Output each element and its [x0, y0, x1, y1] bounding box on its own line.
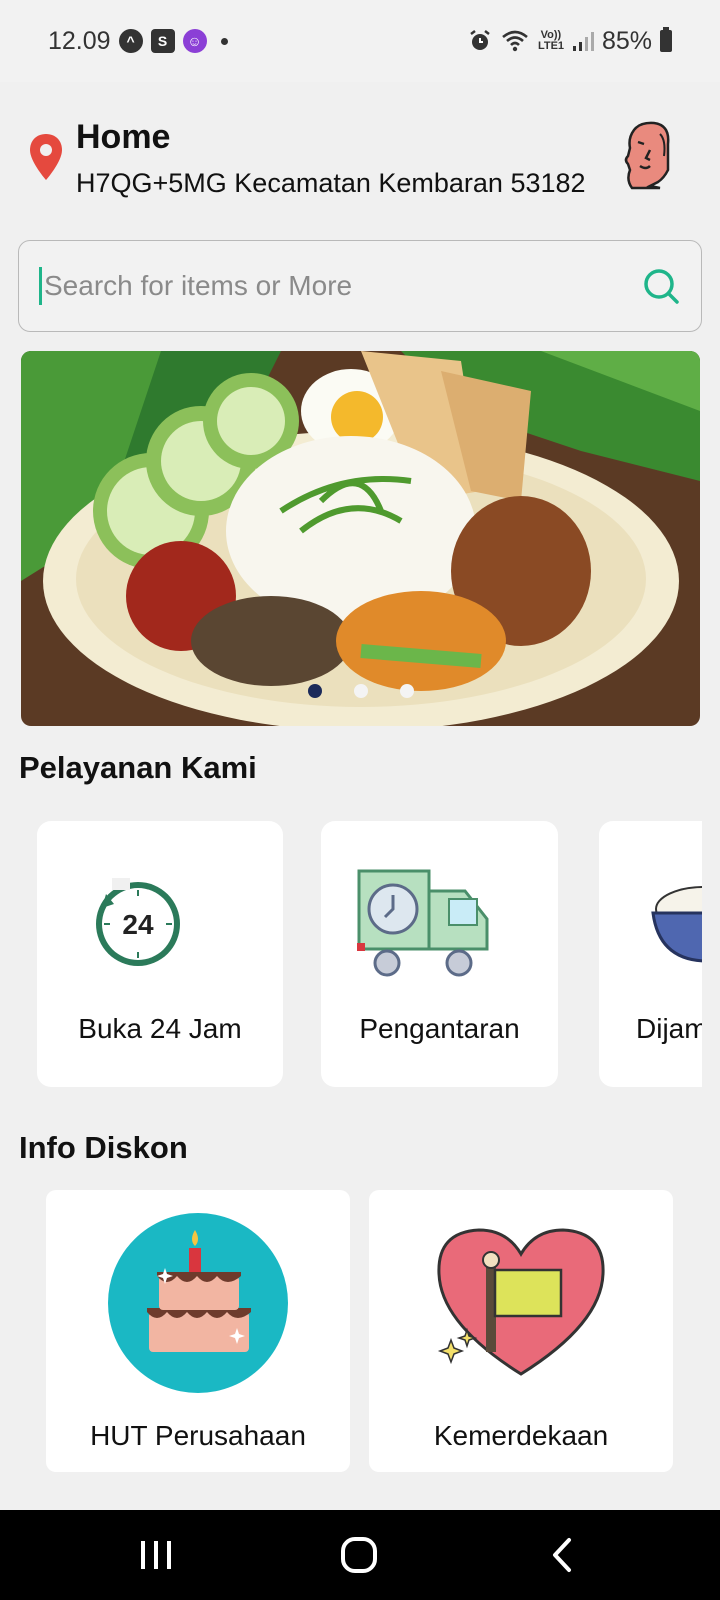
services-title: Pelayanan Kami — [19, 750, 257, 785]
profile-avatar-icon[interactable] — [620, 120, 680, 190]
search-input[interactable] — [39, 267, 639, 305]
banner-pagination — [21, 684, 700, 698]
signal-icon — [572, 32, 594, 51]
clock-24-icon: 24 — [96, 878, 180, 966]
status-time: 12.09 — [48, 26, 111, 55]
location-header[interactable]: Home H7QG+5MG Kecamatan Kembaran 53182 — [0, 92, 720, 222]
clock-24-text: 24 — [122, 909, 154, 940]
back-button[interactable] — [532, 1532, 592, 1578]
services-carousel[interactable]: 24 Buka 24 Jam Pengantaran Dijamin — [37, 821, 702, 1087]
discount-card-independence[interactable]: Kemerdekaan — [369, 1190, 673, 1472]
discount-card-anniversary[interactable]: HUT Perusahaan — [46, 1190, 350, 1472]
rice-bowl-icon — [651, 886, 702, 963]
discount-list: HUT Perusahaan Kemerdekaan — [46, 1190, 676, 1472]
location-address: H7QG+5MG Kecamatan Kembaran 53182 — [76, 168, 586, 198]
birthday-cake-icon — [108, 1213, 288, 1393]
location-pin-icon — [30, 134, 62, 180]
recent-apps-button[interactable] — [126, 1532, 186, 1578]
banner-dot[interactable] — [399, 684, 414, 698]
service-label: Buka 24 Jam — [78, 1013, 242, 1044]
location-title: Home — [76, 118, 171, 156]
service-card-delivery[interactable]: Pengantaran — [321, 821, 558, 1087]
service-label: Pengantaran — [359, 1013, 520, 1044]
banner-dot[interactable] — [307, 684, 322, 698]
nasi-lemak-illustration — [21, 351, 700, 726]
search-bar[interactable] — [18, 240, 702, 332]
status-right: Vo)) LTE1 85% — [468, 27, 672, 56]
back-icon — [553, 1538, 571, 1572]
service-label: Dijamin — [636, 1013, 702, 1044]
wifi-icon — [502, 30, 528, 52]
promo-banner[interactable] — [21, 351, 700, 726]
search-icon — [644, 269, 679, 304]
status-left: 12.09 ^ S ☺ — [48, 27, 228, 56]
system-navigation-bar — [0, 1510, 720, 1600]
service-card-guarantee[interactable]: Dijamin — [599, 821, 702, 1087]
service-card-24h[interactable]: 24 Buka 24 Jam — [37, 821, 283, 1087]
home-icon — [341, 1537, 377, 1573]
game-notification-icon: ☺ — [182, 29, 207, 53]
discounts-title: Info Diskon — [19, 1130, 188, 1165]
discount-label: Kemerdekaan — [433, 1420, 609, 1451]
home-button[interactable] — [329, 1532, 389, 1578]
more-notifications-icon — [220, 37, 228, 45]
heart-flag-icon — [437, 1228, 605, 1376]
battery-icon — [660, 27, 672, 52]
delivery-truck-icon — [357, 869, 489, 977]
banner-dot[interactable] — [353, 684, 368, 698]
alarm-icon — [470, 30, 490, 50]
discount-label: HUT Perusahaan — [90, 1420, 306, 1451]
battery-percent: 85% — [601, 26, 652, 55]
recent-apps-icon — [141, 1541, 171, 1569]
status-bar: 12.09 ^ S ☺ Vo)) LTE1 85% — [0, 0, 720, 82]
shop-notification-icon: S — [150, 29, 175, 53]
search-button[interactable] — [639, 264, 683, 308]
network-type-label: Vo)) LTE1 — [537, 29, 565, 52]
app-notification-icon: ^ — [118, 29, 143, 53]
